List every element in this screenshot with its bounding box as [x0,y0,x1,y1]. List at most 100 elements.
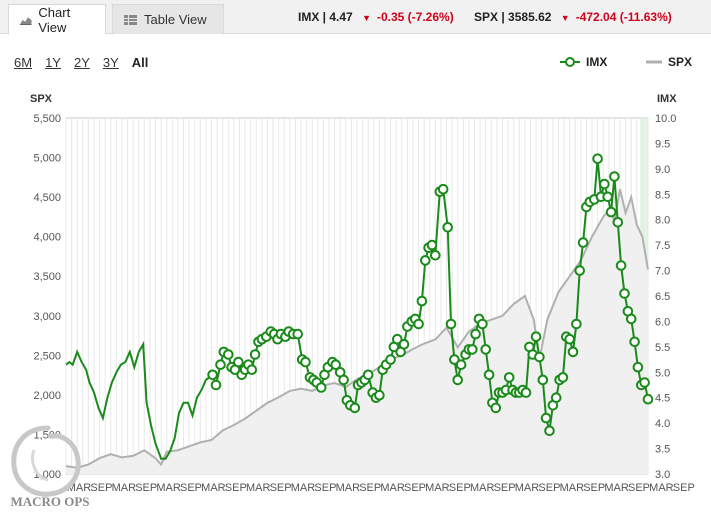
left-tick-label: 5,000 [33,153,61,165]
x-tick-label: SEP [628,482,650,494]
left-tick-label: 4,000 [33,232,61,244]
imx-point [374,389,385,401]
left-tick-label: 3,500 [33,271,61,283]
right-tick-label: 9.0 [655,164,670,176]
imx-point [210,379,222,391]
left-tick-label: 5,500 [33,113,61,125]
macro-ops-logo: MACRO OPS [10,425,90,509]
imx-point [413,318,424,330]
imx-point [426,239,438,251]
right-tick-label: 9.5 [655,138,670,150]
imx-point [233,356,244,368]
imx-point [599,178,610,190]
imx-point [602,191,614,203]
logo-text: MACRO OPS [10,494,89,509]
imx-point [530,331,542,343]
right-tick-label: 6.0 [655,316,670,328]
imx-point [416,295,428,307]
imx-point [632,361,644,373]
x-tick-label: SEP [270,482,292,494]
x-tick-label: MAR [246,482,271,494]
imx-point [300,356,311,368]
right-tick-label: 4.0 [655,418,670,430]
imx-point [315,382,327,393]
right-tick-label: 3.5 [655,444,670,456]
right-tick-label: 5.0 [655,367,670,379]
imx-point [612,217,624,228]
imx-point [577,237,589,248]
imx-point [483,369,495,381]
imx-point [470,328,481,340]
x-tick-label: SEP [135,482,157,494]
x-tick-label: SEP [449,482,471,494]
x-tick-label: SEP [404,482,426,494]
imx-point [207,369,218,381]
imx-point [642,393,654,405]
imx-point [490,402,502,414]
x-tick-label: MAR [336,482,361,494]
imx-point [609,171,620,182]
right-tick-label: 7.5 [655,240,670,252]
left-tick-label: 2,500 [33,350,61,362]
x-tick-label: SEP [359,482,381,494]
imx-point [520,387,532,398]
x-tick-label: SEP [314,482,336,494]
x-tick-label: MAR [112,482,137,494]
x-tick-label: SEP [225,482,247,494]
right-tick-label: 7.0 [655,266,670,278]
x-tick-label: SEP [583,482,605,494]
imx-point [292,328,304,340]
imx-point [615,260,627,271]
imx-point [215,359,226,371]
imx-point [246,364,258,376]
x-tick-label: MAR [201,482,226,494]
x-tick-label: MAR [156,482,181,494]
x-tick-label: MAR [604,482,629,494]
left-tick-label: 4,500 [33,192,61,204]
imx-point [455,359,467,371]
left-tick-label: 2,000 [33,390,61,402]
x-tick-label: MAR [649,482,674,494]
imx-point [571,318,582,330]
imx-point [629,336,640,348]
right-tick-label: 6.5 [655,291,670,303]
imx-point [349,402,361,414]
imx-point [223,349,234,360]
x-tick-label: MAR [425,482,450,494]
imx-point [467,344,478,355]
x-tick-label: MAR [470,482,495,494]
imx-point [592,153,603,164]
imx-point [639,377,650,388]
x-tick-label: SEP [538,482,560,494]
right-tick-label: 8.0 [655,215,670,227]
imx-point [550,392,562,404]
right-tick-label: 3.0 [655,469,670,481]
right-tick-label: 4.5 [655,393,670,405]
imx-point [362,369,374,381]
imx-point [537,374,549,386]
right-tick-label: 10.0 [655,113,676,125]
imx-point [442,222,454,233]
imx-point [480,344,492,355]
left-tick-label: 3,000 [33,311,61,323]
imx-point [477,318,488,330]
imx-point [564,333,576,345]
imx-point [338,374,349,386]
imx-point [420,255,431,266]
imx-point [625,313,637,325]
x-tick-label: SEP [673,482,695,494]
imx-point [540,412,552,424]
x-tick-label: SEP [180,482,202,494]
imx-point [557,372,569,383]
imx-point [385,354,396,365]
imx-point [249,349,261,360]
imx-point [503,372,515,383]
imx-point [398,339,410,350]
imx-point [619,288,630,299]
x-tick-label: MAR [291,482,316,494]
x-tick-label: MAR [380,482,405,494]
imx-point [567,346,579,358]
x-tick-label: MAR [515,482,540,494]
x-tick-label: MAR [560,482,585,494]
imx-point [445,318,457,330]
